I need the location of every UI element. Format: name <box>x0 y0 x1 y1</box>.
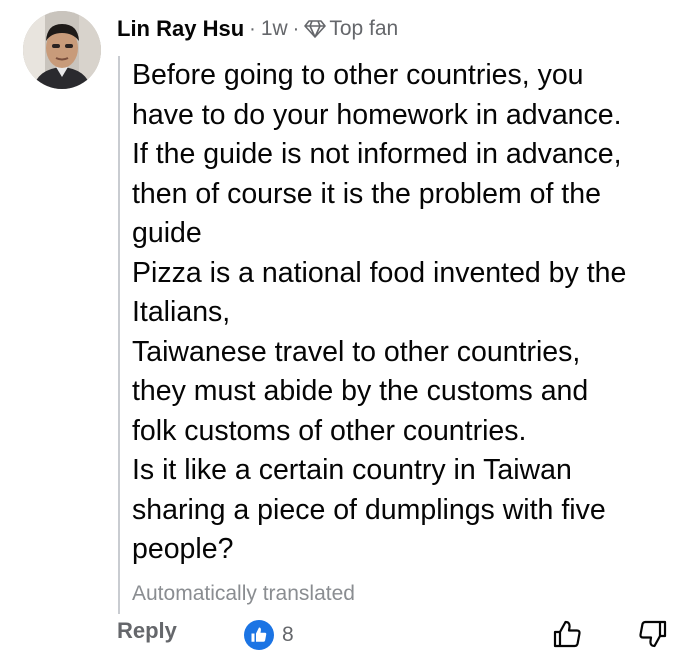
separator-dot: · <box>249 17 256 40</box>
comment-line: have to do your homework in advance. <box>132 98 622 131</box>
avatar[interactable] <box>23 11 101 89</box>
thumbs-up-icon <box>251 627 267 642</box>
author-name[interactable]: Lin Ray Hsu <box>117 16 244 42</box>
thumbs-down-icon <box>639 620 667 648</box>
comment-line: guide <box>132 217 202 249</box>
comment-line: people? <box>132 533 234 565</box>
comment-text: Before going to other countries, you hav… <box>120 56 690 570</box>
avatar-image <box>23 11 101 89</box>
diamond-icon <box>304 20 327 38</box>
comment-line: Taiwanese travel to other countries, <box>132 335 581 368</box>
separator-dot: · <box>292 17 300 40</box>
comment-time[interactable]: 1w <box>261 17 288 41</box>
top-fan-badge: Top fan <box>304 17 398 41</box>
dislike-button[interactable] <box>637 618 669 655</box>
comment-line: Before going to other countries, you <box>132 59 584 91</box>
like-count: 8 <box>282 623 294 646</box>
comment-line: then of course it is the problem of the <box>132 177 601 210</box>
like-reaction-summary[interactable]: 8 <box>244 620 294 650</box>
comment-header: Lin Ray Hsu · 1w · Top fan <box>117 14 398 44</box>
comment-body: Before going to other countries, you hav… <box>118 56 690 614</box>
comment-line: If the guide is not informed in advance, <box>132 138 622 170</box>
comment-line: they must abide by the customs and <box>132 375 589 407</box>
comment-line: Is it like a certain country in Taiwan <box>132 454 572 486</box>
translation-note[interactable]: Automatically translated <box>132 582 355 606</box>
comment-line: Pizza is a national food invented by the <box>132 256 627 289</box>
comment-line: folk customs of other countries. <box>132 414 527 447</box>
like-button[interactable] <box>551 618 583 655</box>
like-badge <box>244 620 274 650</box>
comment-line: sharing a piece of dumplings with five <box>132 493 606 526</box>
thumbs-up-icon <box>553 620 581 648</box>
comment-line: Italians, <box>132 296 231 328</box>
reply-button[interactable]: Reply <box>117 618 177 644</box>
badge-label: Top fan <box>329 17 399 40</box>
